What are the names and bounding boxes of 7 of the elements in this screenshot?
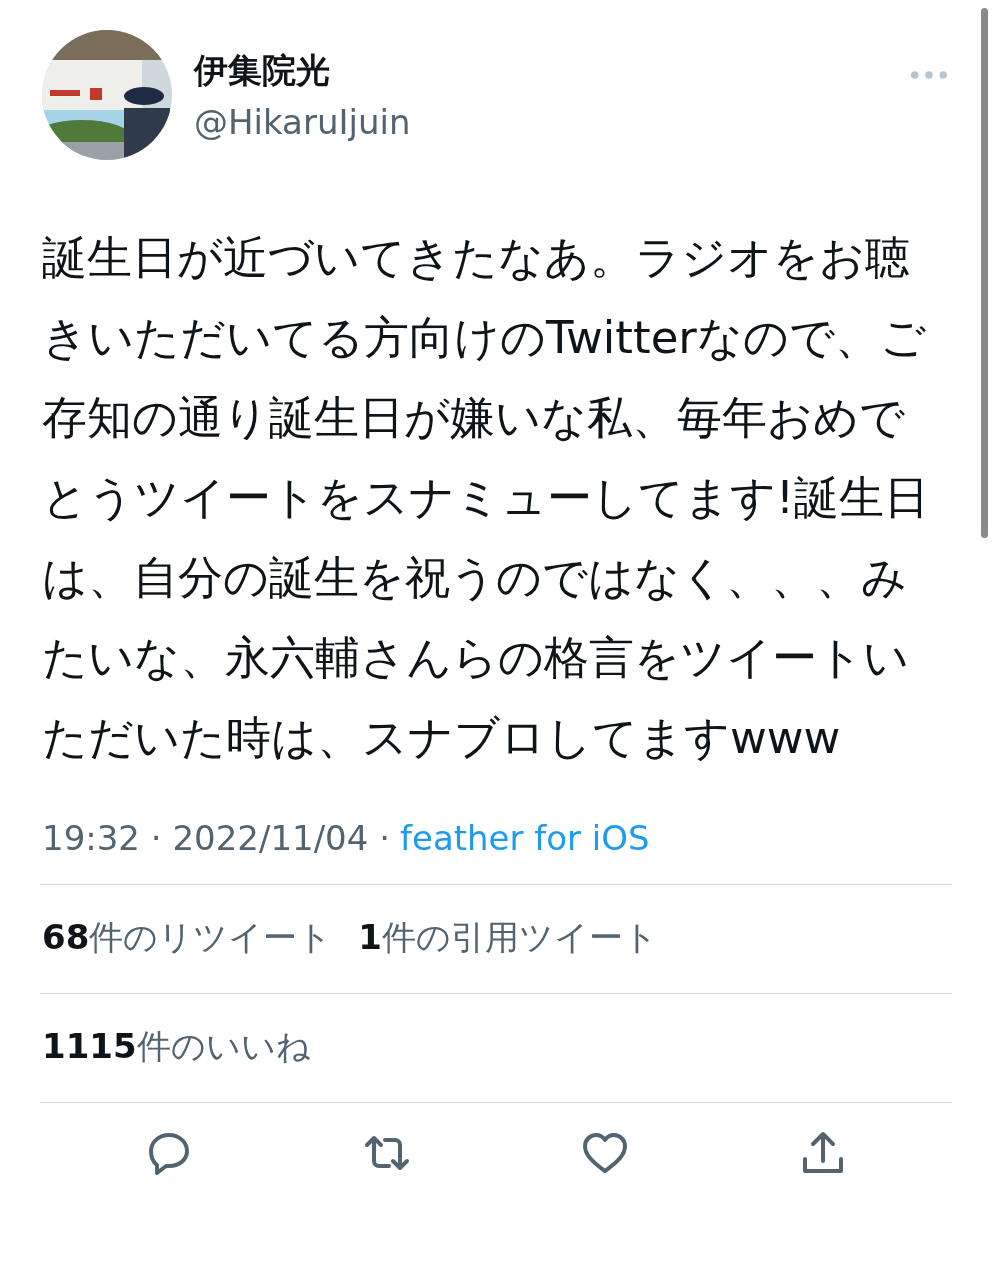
tweet-text: 誕生日が近づいてきたなあ。ラジオをお聴きいただいてる方向けのTwitterなので、ご存知の通り誕生日が嫌いな私、毎年おめでとうツイートをスナミューしてます!誕生日は、自分の誕生を祝うのではなく、、、みたいな、永六輔さんらの格言をツイートいただいた時は、スナブロしてますwww (42, 230, 931, 766)
stat-count[interactable]: 68件のリツイート (42, 915, 333, 961)
author-name[interactable]: 伊集院光 (194, 48, 888, 94)
tweet-timestamp: 19:32 · 2022/11/04 · (42, 818, 390, 858)
author-handle[interactable]: @HikaruIjuin (194, 102, 888, 142)
stat-count[interactable]: 1件の引用ツイート (358, 915, 658, 961)
stat-count[interactable]: 1115件のいいね (42, 1024, 311, 1070)
